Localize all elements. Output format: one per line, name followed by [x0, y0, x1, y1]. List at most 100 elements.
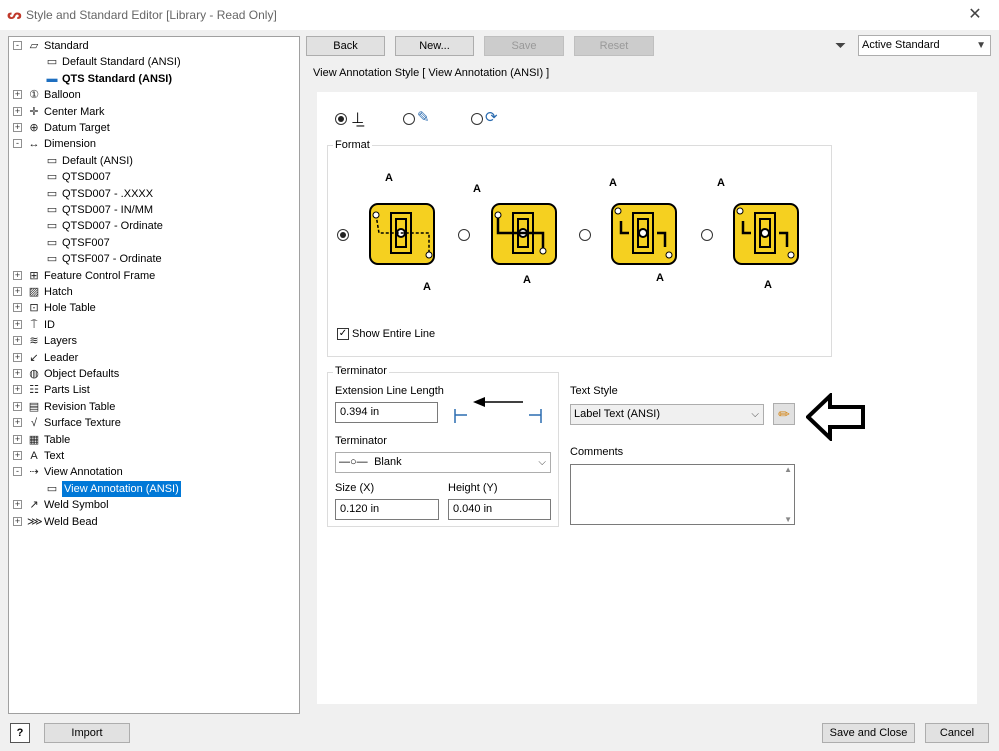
tree-item[interactable]: ▭ QTSF007	[9, 235, 299, 251]
object-defaults-icon: ◍	[29, 368, 39, 380]
expand-icon[interactable]: +	[13, 369, 22, 378]
tree-item-label: ID	[44, 318, 55, 331]
center-mark-icon: ✛	[29, 105, 39, 118]
save-and-close-button[interactable]: Save and Close	[822, 723, 915, 743]
expand-icon[interactable]: +	[13, 123, 22, 132]
terminator-dropdown[interactable]: —○— Blank ⌵	[335, 452, 551, 473]
style-panel: ⊥̲ ✎ ⟳ Format A A A A A A A A ✓ Show Ent…	[317, 92, 977, 704]
tree-item[interactable]: - ↔ Dimension	[9, 136, 299, 152]
reset-button[interactable]: Reset	[574, 36, 654, 56]
new-button[interactable]: New...	[395, 36, 474, 56]
tree-item[interactable]: + ⊞ Feature Control Frame	[9, 268, 299, 284]
tree-item[interactable]: + ▤ Revision Table	[9, 399, 299, 415]
annotation-arrow-icon	[806, 393, 865, 441]
expand-icon[interactable]: +	[13, 500, 22, 510]
layout-radio-3[interactable]	[471, 113, 483, 125]
tree-item[interactable]: ▭ QTSF007 - Ordinate	[9, 251, 299, 267]
tree-item-label: Default Standard (ANSI)	[62, 56, 181, 69]
tree-item[interactable]: - ▱ Standard	[9, 38, 299, 54]
expand-icon[interactable]: +	[13, 434, 22, 444]
tree-item[interactable]: + ≋ Layers	[9, 333, 299, 349]
tree-item[interactable]: + ✛ Center Mark	[9, 104, 299, 120]
tree-item[interactable]: + ▦ Table	[9, 432, 299, 448]
format-radio-1[interactable]	[337, 229, 349, 241]
tree-item[interactable]: + ☷ Parts List	[9, 382, 299, 398]
style-tree[interactable]: - ▱ Standard ▭ Default Standard (ANSI) ▬ QTS S…	[8, 36, 300, 714]
format-plate-1[interactable]	[369, 203, 435, 265]
tree-item[interactable]: + ⊡ Hole Table	[9, 300, 299, 316]
text-style-dropdown[interactable]: Label Text (ANSI) ⌵	[570, 404, 764, 425]
tree-item[interactable]: + ⋙ Weld Bead	[9, 514, 299, 530]
expand-icon[interactable]: +	[13, 319, 22, 329]
layout-radio-1[interactable]	[335, 113, 347, 125]
expand-icon[interactable]: +	[13, 418, 22, 428]
tree-item[interactable]: + ① Balloon	[9, 87, 299, 103]
tree-item[interactable]: + √ Surface Texture	[9, 415, 299, 431]
tree-item[interactable]: + ▨ Hatch	[9, 284, 299, 300]
collapse-icon[interactable]: -	[13, 467, 22, 477]
expand-icon[interactable]: +	[13, 90, 22, 100]
hatch-icon: ▨	[28, 286, 40, 298]
comments-field[interactable]: ▲ ▼	[570, 464, 795, 525]
tree-item[interactable]: ▭ View Annotation (ANSI)	[9, 480, 299, 497]
expand-icon[interactable]: +	[13, 516, 22, 526]
expand-icon[interactable]: +	[13, 385, 22, 395]
import-button[interactable]: Import	[44, 723, 130, 743]
cancel-button[interactable]: Cancel	[925, 723, 989, 743]
height-field[interactable]: 0.040 in	[448, 499, 551, 520]
style-heading: View Annotation Style [ View Annotation …	[313, 67, 550, 79]
tree-item[interactable]: ▬ QTS Standard (ANSI)	[9, 71, 299, 87]
tree-item[interactable]: - ⇢ View Annotation	[9, 464, 299, 480]
tree-item[interactable]: ▭ QTSD007	[9, 169, 299, 185]
tree-item[interactable]: ▭ QTSD007 - Ordinate	[9, 218, 299, 234]
format-plate-4[interactable]	[733, 203, 799, 265]
tree-item-label: Balloon	[44, 89, 81, 102]
size-field[interactable]: 0.120 in	[335, 499, 439, 520]
tree-item[interactable]: + A Text	[9, 448, 299, 464]
expand-icon[interactable]: +	[13, 401, 22, 411]
window-title: Style and Standard Editor [Library - Rea…	[26, 8, 277, 22]
expand-icon[interactable]: +	[13, 303, 22, 313]
expand-icon[interactable]: +	[13, 106, 22, 116]
chevron-down-icon: ⌵	[751, 409, 759, 420]
scroll-up-icon[interactable]: ▲	[784, 465, 792, 474]
tree-item[interactable]: + ↗ Weld Symbol	[9, 497, 299, 513]
active-style-icon: ▬	[46, 72, 58, 85]
expand-icon[interactable]: +	[13, 451, 22, 460]
expand-icon[interactable]: +	[13, 336, 22, 346]
style-icon: ▭	[46, 236, 58, 249]
tree-item[interactable]: ▭ Default Standard (ANSI)	[9, 54, 299, 70]
help-button[interactable]: ?	[10, 723, 30, 743]
format-plate-3[interactable]	[611, 203, 677, 265]
expand-icon[interactable]: +	[13, 270, 22, 280]
leader-icon: ↙	[29, 351, 39, 364]
expand-icon[interactable]: +	[13, 352, 22, 362]
format-radio-2[interactable]	[458, 229, 470, 241]
collapse-icon[interactable]: -	[13, 139, 22, 149]
edit-text-style-button[interactable]: ✏	[773, 403, 795, 425]
format-radio-4[interactable]	[701, 229, 713, 241]
filter-dropdown[interactable]: Active Standard ▼	[858, 35, 991, 56]
collapse-icon[interactable]: -	[13, 41, 22, 50]
tree-item[interactable]: + ↙ Leader	[9, 350, 299, 366]
tree-item[interactable]: + ◍ Object Defaults	[9, 366, 299, 382]
format-plate-2[interactable]	[491, 203, 557, 265]
tree-item[interactable]: + ⍑ ID	[9, 317, 299, 333]
show-entire-line-checkbox[interactable]: ✓	[337, 328, 349, 340]
view-annotation-icon: ⇢	[29, 466, 39, 479]
tree-item[interactable]: ▭ QTSD007 - .XXXX	[9, 186, 299, 202]
ext-line-field[interactable]: 0.394 in	[335, 402, 438, 423]
save-button[interactable]: Save	[484, 36, 564, 56]
tree-item[interactable]: ▭ QTSD007 - IN/MM	[9, 202, 299, 218]
scroll-down-icon[interactable]: ▼	[784, 515, 792, 524]
expand-icon[interactable]: +	[13, 287, 22, 296]
format-radio-3[interactable]	[579, 229, 591, 241]
close-icon[interactable]: ✕	[960, 4, 990, 26]
tree-item[interactable]: ▭ Default (ANSI)	[9, 153, 299, 169]
layout-radio-2[interactable]	[403, 113, 415, 125]
tree-item-label: Table	[44, 433, 71, 446]
terminator-label: Terminator	[335, 435, 387, 447]
back-button[interactable]: Back	[306, 36, 385, 56]
chevron-down-icon: ▼	[976, 40, 986, 51]
tree-item[interactable]: + ⊕ Datum Target	[9, 120, 299, 136]
